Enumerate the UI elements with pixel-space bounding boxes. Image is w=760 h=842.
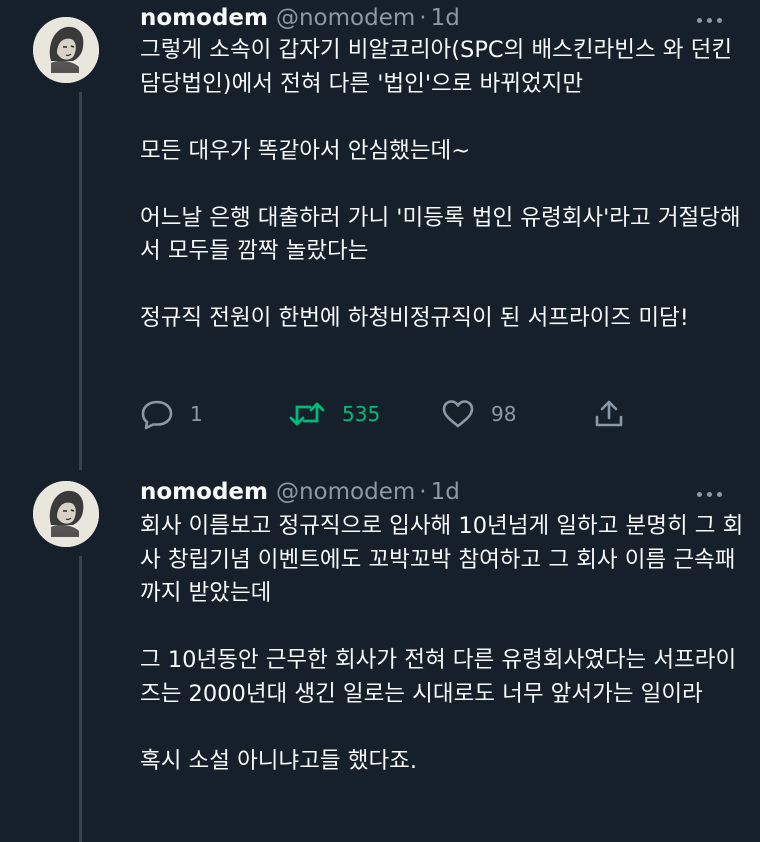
- reply-icon: [141, 400, 173, 430]
- tweet-header: nomodem @nomodem · 1d: [140, 477, 460, 507]
- display-name[interactable]: nomodem: [140, 479, 268, 505]
- handle[interactable]: @nomodem: [276, 479, 415, 505]
- thread-line: [79, 92, 82, 470]
- reply-button[interactable]: 1: [140, 398, 203, 430]
- avatar-illustration-icon: NoMoDEM: [33, 481, 99, 547]
- tweet-header: nomodem @nomodem · 1d: [140, 3, 460, 33]
- share-button[interactable]: [593, 398, 625, 430]
- like-button[interactable]: 98: [441, 398, 516, 430]
- separator-dot: ·: [419, 5, 427, 31]
- handle[interactable]: @nomodem: [276, 5, 415, 31]
- like-icon: [442, 400, 474, 428]
- more-icon[interactable]: [697, 13, 727, 27]
- tweet[interactable]: NoMoDEM nomodem @nomodem · 1d 회사 이름보고 정규직으로…: [0, 470, 760, 842]
- retweet-icon: [289, 402, 325, 426]
- avatar[interactable]: NoMoDEM: [33, 481, 99, 547]
- avatar-signature: NoMoDEM: [53, 68, 79, 74]
- reply-count: 1: [190, 402, 203, 426]
- separator-dot: ·: [419, 479, 427, 505]
- more-icon[interactable]: [697, 487, 727, 501]
- timestamp[interactable]: 1d: [431, 479, 460, 505]
- tweet-text: 그렇게 소속이 갑자기 비알코리아(SPC의 배스킨라빈스 와 던킨 담당법인)…: [140, 37, 741, 331]
- retweet-button[interactable]: 535: [288, 398, 380, 430]
- tweet-text: 회사 이름보고 정규직으로 입사해 10년넘게 일하고 분명히 그 회사 창립기…: [140, 513, 744, 774]
- share-icon: [595, 400, 623, 427]
- tweet[interactable]: NoMoDEM nomodem @nomodem · 1d 그렇게 소속이 갑자기 비…: [0, 0, 760, 470]
- tweet-actions: 1 535 98: [140, 398, 640, 430]
- avatar[interactable]: NoMoDEM: [33, 17, 99, 83]
- timestamp[interactable]: 1d: [431, 5, 460, 31]
- avatar-signature: NoMoDEM: [53, 532, 79, 538]
- display-name[interactable]: nomodem: [140, 5, 268, 31]
- retweet-count: 535: [342, 402, 381, 426]
- thread-line: [79, 556, 82, 842]
- like-count: 98: [491, 402, 517, 426]
- avatar-illustration-icon: NoMoDEM: [33, 17, 99, 83]
